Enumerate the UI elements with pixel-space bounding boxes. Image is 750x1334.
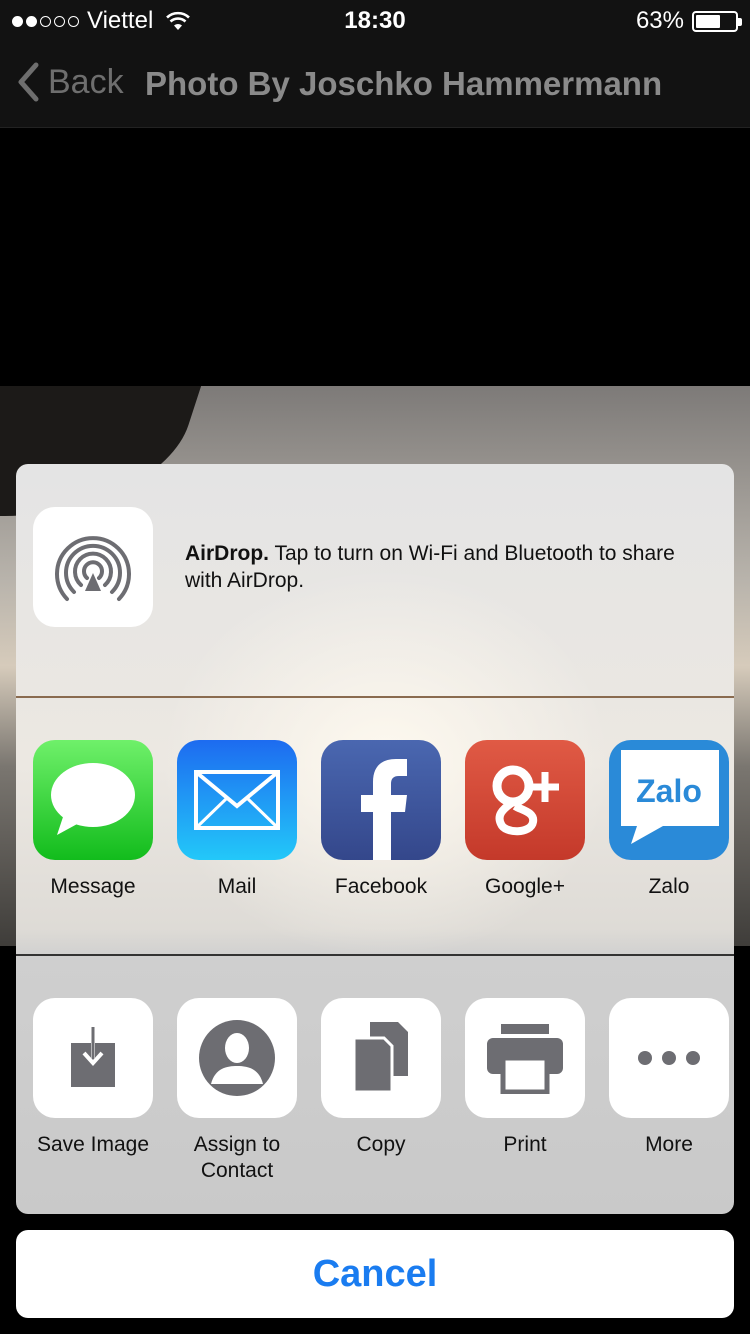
action-label: Copy xyxy=(356,1133,406,1156)
airdrop-icon xyxy=(55,536,131,601)
airdrop-title: AirDrop. xyxy=(185,542,269,565)
google-plus-icon xyxy=(492,765,559,836)
share-apps-row: Message Mail Facebook Google+ Zalo Zalo xyxy=(16,700,734,956)
page-title: Photo By Joschko Hammermann xyxy=(145,65,663,102)
copy-icon xyxy=(352,1022,408,1094)
action-more[interactable]: More xyxy=(597,998,734,1158)
chevron-left-icon xyxy=(18,62,39,102)
share-app-google-plus[interactable]: Google+ xyxy=(453,740,597,900)
share-app-label: Message xyxy=(50,875,136,898)
action-label: More xyxy=(645,1133,693,1156)
battery-level xyxy=(696,14,720,28)
facebook-icon xyxy=(361,759,407,860)
save-image-icon xyxy=(71,1027,115,1087)
share-app-facebook[interactable]: Facebook xyxy=(309,740,453,900)
airdrop-button[interactable] xyxy=(33,507,153,627)
status-bar: Viettel 18:30 63% xyxy=(0,0,750,40)
share-app-label: Mail xyxy=(217,875,257,898)
zalo-icon: Zalo xyxy=(621,750,719,844)
airdrop-message: AirDrop. Tap to turn on Wi-Fi and Blueto… xyxy=(185,540,705,594)
action-save-image[interactable]: Save Image xyxy=(21,998,165,1158)
share-app-mail[interactable]: Mail xyxy=(165,740,309,900)
navigation-bar: Back Photo By Joschko Hammermann xyxy=(0,40,750,128)
action-label: Save Image xyxy=(36,1133,150,1156)
back-button[interactable]: Back xyxy=(16,62,124,102)
airdrop-section: AirDrop. Tap to turn on Wi-Fi and Blueto… xyxy=(16,464,734,698)
mail-icon xyxy=(194,770,280,830)
contact-icon xyxy=(199,1020,275,1096)
status-right: 63% xyxy=(635,7,742,35)
action-print[interactable]: Print xyxy=(453,998,597,1158)
action-assign-to-contact[interactable]: Assign to Contact xyxy=(165,998,309,1184)
share-sheet: AirDrop. Tap to turn on Wi-Fi and Blueto… xyxy=(16,464,734,1214)
battery-icon xyxy=(692,10,742,32)
back-label: Back xyxy=(48,62,124,101)
battery-percent: 63% xyxy=(635,7,684,34)
share-app-zalo[interactable]: Zalo Zalo xyxy=(597,740,734,900)
svg-text:Zalo: Zalo xyxy=(636,773,702,809)
printer-icon xyxy=(487,1024,563,1094)
action-copy[interactable]: Copy xyxy=(309,998,453,1158)
share-app-label: Zalo xyxy=(648,875,690,898)
share-app-label: Facebook xyxy=(334,875,428,898)
action-label: Print xyxy=(503,1133,547,1156)
messages-icon xyxy=(51,763,135,835)
cancel-button[interactable]: Cancel xyxy=(16,1230,734,1318)
share-app-label: Google+ xyxy=(485,875,565,898)
more-icon xyxy=(638,1051,700,1065)
share-app-message[interactable]: Message xyxy=(21,740,165,900)
action-label: Assign to Contact xyxy=(193,1133,281,1182)
share-actions-row: Save Image Assign to Contact Copy Print … xyxy=(16,958,734,1214)
